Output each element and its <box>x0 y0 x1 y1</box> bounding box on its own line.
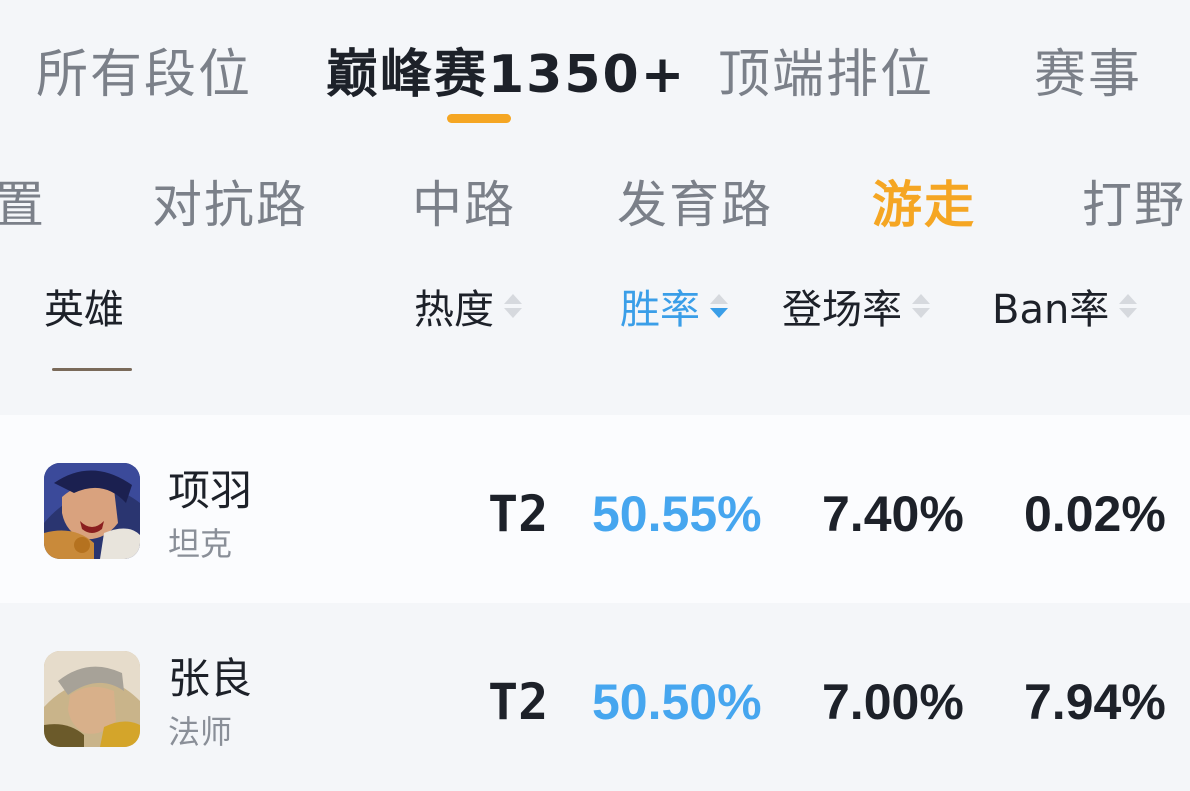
tab-position-roam[interactable]: 游走 <box>872 165 976 237</box>
tab-position-clash-lane[interactable]: 对抗路 <box>152 165 308 237</box>
tab-position-jungle[interactable]: 打野 <box>1082 165 1186 237</box>
column-header-hero-label: 英雄 <box>44 287 124 333</box>
hero-role: 坦克 <box>168 525 233 563</box>
segment-tab-bar: 所有段位 巅峰赛1350+ 顶端排位 赛事 <box>0 0 1190 135</box>
hero-avatar <box>44 651 140 747</box>
column-header-ban-rate[interactable]: Ban率 <box>992 277 1138 335</box>
tab-tournament[interactable]: 赛事 <box>1034 32 1142 107</box>
position-tab-bar: 置 对抗路 中路 发育路 游走 打野 <box>0 135 1190 250</box>
sort-icon <box>1119 294 1138 318</box>
hero-name: 张良 <box>168 654 253 703</box>
tab-all-ranks[interactable]: 所有段位 <box>36 32 252 107</box>
column-header-win-rate[interactable]: 胜率 <box>620 277 728 335</box>
sort-descending-icon <box>710 294 728 318</box>
ban-rate-value: 7.94% <box>1024 674 1166 730</box>
tab-peak-1350[interactable]: 巅峰赛1350+ <box>326 32 686 107</box>
hero-tier: T2 <box>488 485 549 543</box>
column-header-heat-label: 热度 <box>414 287 494 333</box>
tab-position-farm-lane[interactable]: 发育路 <box>617 165 773 237</box>
column-header-heat[interactable]: 热度 <box>414 277 522 335</box>
column-header-pick-rate-label: 登场率 <box>782 287 902 333</box>
tab-top-ranked[interactable]: 顶端排位 <box>718 32 934 107</box>
column-header-ban-rate-label: Ban率 <box>992 287 1110 333</box>
hero-role: 法师 <box>168 713 233 751</box>
hero-avatar <box>44 463 140 559</box>
sort-icon <box>912 294 930 318</box>
tab-position-all[interactable]: 置 <box>0 165 46 237</box>
table-row[interactable]: 项羽 坦克 T2 50.55% 7.40% 0.02% <box>0 415 1190 603</box>
column-header-win-rate-label: 胜率 <box>620 287 700 333</box>
hero-name: 项羽 <box>168 466 253 515</box>
column-header-hero: 英雄 <box>44 277 124 335</box>
tab-position-mid[interactable]: 中路 <box>412 165 516 237</box>
win-rate-value: 50.50% <box>592 674 762 730</box>
sort-icon <box>504 294 522 318</box>
win-rate-value: 50.55% <box>592 486 762 542</box>
hero-header-underline <box>52 368 132 371</box>
table-header: 英雄 热度 胜率 登场率 Ban率 <box>0 250 1190 410</box>
pick-rate-value: 7.40% <box>822 486 964 542</box>
ban-rate-value: 0.02% <box>1024 486 1166 542</box>
hero-tier: T2 <box>488 673 549 731</box>
pick-rate-value: 7.00% <box>822 674 964 730</box>
active-tab-indicator <box>447 114 511 123</box>
table-row[interactable]: 张良 法师 T2 50.50% 7.00% 7.94% <box>0 603 1190 791</box>
column-header-pick-rate[interactable]: 登场率 <box>782 277 930 335</box>
